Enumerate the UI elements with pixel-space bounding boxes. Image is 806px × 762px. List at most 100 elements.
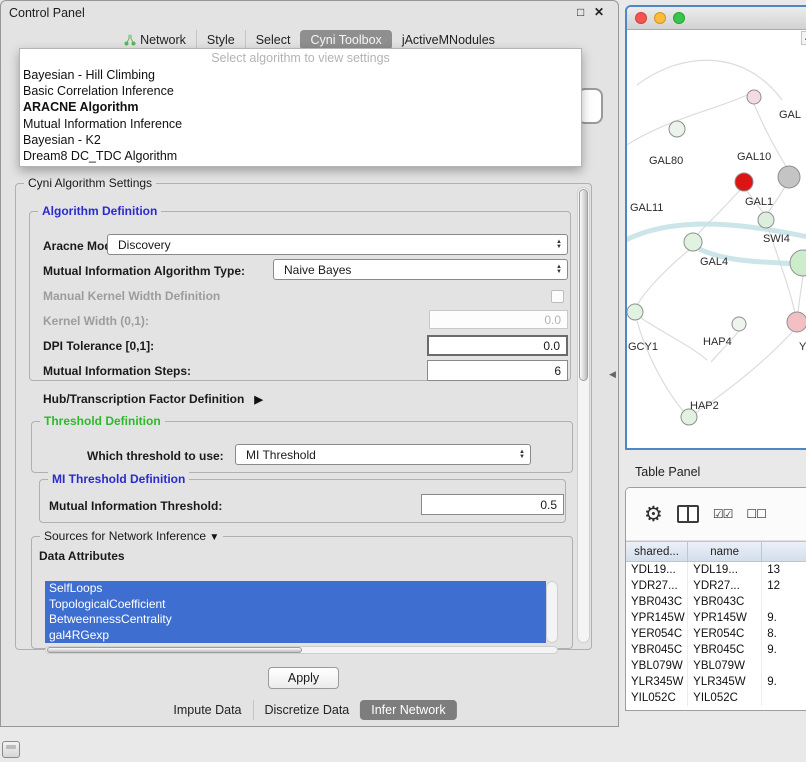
table-cell: YPR145W xyxy=(626,610,688,626)
table-cell: YBR043C xyxy=(688,594,762,610)
taskbar-icon[interactable] xyxy=(2,741,20,758)
aracne-mode-select[interactable]: Discovery ▲▼ xyxy=(107,234,568,255)
mi-threshold-field[interactable]: 0.5 xyxy=(421,494,564,515)
hub-section-expander[interactable]: Hub/Transcription Factor Definition▶ xyxy=(43,392,263,406)
mi-type-label: Mutual Information Algorithm Type: xyxy=(43,264,245,278)
graph-node[interactable] xyxy=(684,233,702,251)
settings-scrollbar[interactable] xyxy=(577,187,590,643)
table-cell: YBR045C xyxy=(688,642,762,658)
table-row[interactable]: YER054C YER054C 8. xyxy=(626,626,806,642)
list-item[interactable]: gal4RGexp xyxy=(45,628,546,644)
tab-network[interactable]: Network xyxy=(114,30,196,50)
scrollbar-thumb[interactable] xyxy=(47,647,302,653)
table-cell: YDL19... xyxy=(626,562,688,578)
table-row[interactable]: YBR043C YBR043C xyxy=(626,594,806,610)
graph-node[interactable] xyxy=(787,312,806,332)
table-cell: 9. xyxy=(762,610,806,626)
column-view-icon[interactable] xyxy=(677,505,699,523)
graph-node[interactable] xyxy=(732,317,746,331)
graph-node-label: SWI4 xyxy=(763,233,790,245)
bottom-tabbar: Impute Data Discretize Data Infer Networ… xyxy=(162,700,456,720)
table-cell: YBR043C xyxy=(626,594,688,610)
manual-kernel-checkbox[interactable] xyxy=(551,290,564,303)
table-cell: YIL052C xyxy=(688,690,762,706)
table-cell: YER054C xyxy=(626,626,688,642)
algorithm-option[interactable]: Mutual Information Inference xyxy=(20,116,581,132)
tab-select[interactable]: Select xyxy=(245,30,301,50)
table-cell: YDR27... xyxy=(626,578,688,594)
column-header-clipped[interactable] xyxy=(762,541,806,562)
graph-node[interactable] xyxy=(778,166,800,188)
dpi-tolerance-field[interactable]: 0.0 xyxy=(427,335,568,356)
list-hscrollbar[interactable] xyxy=(45,646,558,654)
zoom-traffic-light-icon[interactable] xyxy=(673,12,685,24)
mi-type-select[interactable]: Naive Bayes ▲▼ xyxy=(273,259,568,280)
table-row[interactable]: YDR27... YDR27... 12 xyxy=(626,578,806,594)
graph-node-label: GAL4 xyxy=(700,256,728,268)
table-row[interactable]: YLR345W YLR345W 9. xyxy=(626,674,806,690)
list-vscrollbar[interactable] xyxy=(546,581,558,643)
tab-cyni-toolbox[interactable]: Cyni Toolbox xyxy=(300,30,391,50)
mi-threshold-label: Mutual Information Threshold: xyxy=(49,499,222,513)
list-item[interactable]: TopologicalCoefficient xyxy=(45,597,546,613)
deselect-all-icon[interactable]: ☐☐ xyxy=(746,507,766,521)
table-row[interactable]: YBR045C YBR045C 9. xyxy=(626,642,806,658)
algorithm-dropdown-popup: Select algorithm to view settings Bayesi… xyxy=(19,48,582,167)
algorithm-option[interactable]: ARACNE Algorithm xyxy=(20,99,581,115)
list-item[interactable]: BetweennessCentrality xyxy=(45,612,546,628)
minimize-traffic-light-icon[interactable] xyxy=(654,12,666,24)
graph-node[interactable] xyxy=(790,250,806,276)
table-cell xyxy=(762,594,806,610)
graph-node-label: GAL10 xyxy=(737,151,771,163)
scrollbar-thumb[interactable] xyxy=(579,189,588,381)
network-scroll-up-icon[interactable]: ▲ xyxy=(801,31,806,45)
network-tab-icon xyxy=(124,34,136,46)
network-graph-canvas[interactable]: GALGAL80GAL10GAL11GAL1SWI4GAL4GCY1HAP4YH… xyxy=(627,30,806,450)
tab-style[interactable]: Style xyxy=(196,30,245,50)
list-item[interactable]: SelfLoops xyxy=(45,581,546,597)
algorithm-option[interactable]: Bayesian - Hill Climbing xyxy=(20,67,581,83)
tab-label: Style xyxy=(207,33,235,47)
close-window-icon[interactable]: ✕ xyxy=(594,5,604,19)
tab-jactivemnodules[interactable]: jActiveMNodules xyxy=(392,30,505,50)
which-threshold-select[interactable]: MI Threshold ▲▼ xyxy=(235,444,531,465)
tab-discretize-data[interactable]: Discretize Data xyxy=(253,700,361,720)
table-row[interactable]: YDL19... YDL19... 13 xyxy=(626,562,806,578)
group-title: Cyni Algorithm Settings xyxy=(24,176,156,190)
graph-node[interactable] xyxy=(747,90,761,104)
kernel-width-field[interactable]: 0.0 xyxy=(429,310,568,329)
table-row[interactable]: YIL052C YIL052C xyxy=(626,690,806,706)
table-cell: 9. xyxy=(762,642,806,658)
apply-button[interactable]: Apply xyxy=(268,667,339,689)
graph-node[interactable] xyxy=(627,304,643,320)
graph-node[interactable] xyxy=(735,173,753,191)
table-row[interactable]: YBL079W YBL079W xyxy=(626,658,806,674)
sources-group-title[interactable]: Sources for Network Inference ▼ xyxy=(40,529,223,543)
table-row[interactable]: YPR145W YPR145W 9. xyxy=(626,610,806,626)
tab-label: Cyni Toolbox xyxy=(310,33,381,47)
select-all-icon[interactable]: ☑☑ xyxy=(713,507,733,521)
splitter-collapse-icon[interactable]: ◀ xyxy=(609,369,616,380)
tab-infer-network[interactable]: Infer Network xyxy=(360,700,456,720)
kernel-width-label: Kernel Width (0,1): xyxy=(43,314,149,328)
graph-node[interactable] xyxy=(758,212,774,228)
table-cell: YBL079W xyxy=(626,658,688,674)
algorithm-option[interactable]: Bayesian - K2 xyxy=(20,132,581,148)
mi-steps-field[interactable]: 6 xyxy=(427,360,568,381)
close-traffic-light-icon[interactable] xyxy=(635,12,647,24)
dropdown-stepper-icon: ▲▼ xyxy=(514,450,530,460)
algorithm-option[interactable]: Basic Correlation Inference xyxy=(20,83,581,99)
gear-icon[interactable]: ⚙ xyxy=(644,504,663,525)
table-toolbar: ⚙ ☑☑ ☐☐ xyxy=(626,488,806,541)
float-window-icon[interactable]: □ xyxy=(577,5,584,19)
control-panel-tabbar: Network Style Select Cyni Toolbox jActiv… xyxy=(1,30,618,50)
tab-impute-data[interactable]: Impute Data xyxy=(162,700,252,720)
network-window-titlebar[interactable] xyxy=(627,7,806,30)
column-header-name[interactable]: name xyxy=(688,541,762,562)
algorithm-option[interactable]: Dream8 DC_TDC Algorithm xyxy=(20,148,581,164)
column-header-shared-name[interactable]: shared... xyxy=(626,541,688,562)
control-panel-window: Control Panel □ ✕ Network Style Select C… xyxy=(0,0,619,727)
graph-node[interactable] xyxy=(669,121,685,137)
table-cell: 12 xyxy=(762,578,806,594)
graph-node-label: Y xyxy=(799,341,806,353)
